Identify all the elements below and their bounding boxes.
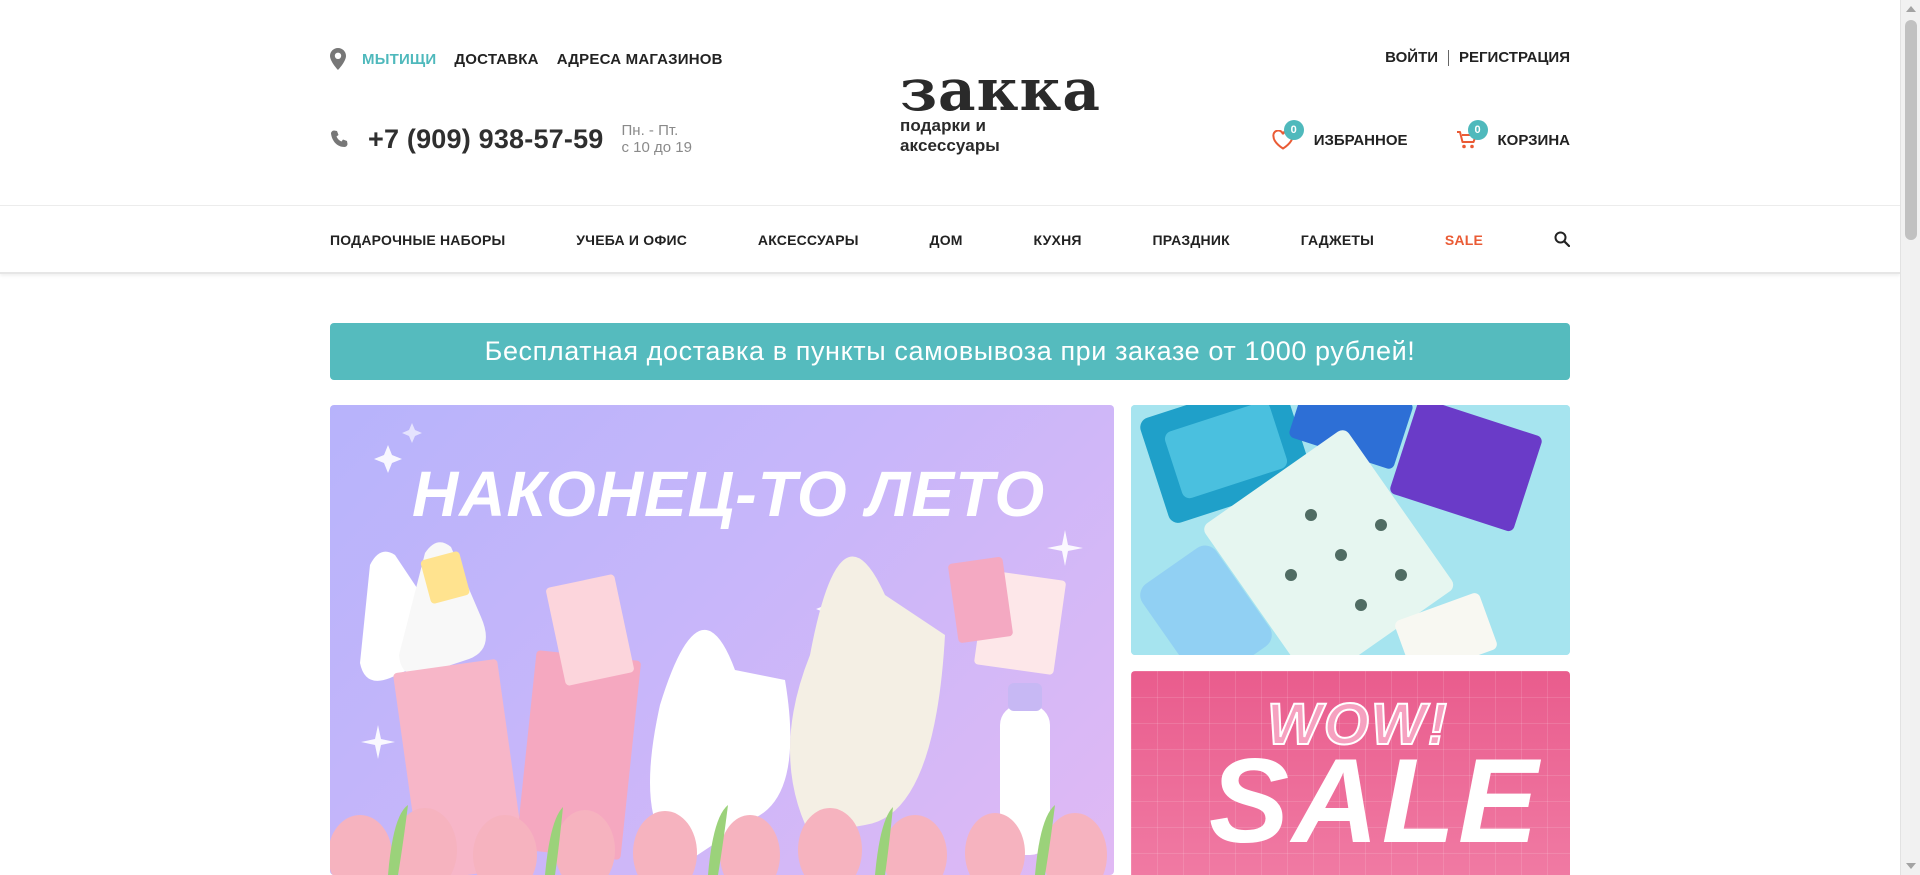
working-time: с 10 до 19 (621, 139, 692, 156)
cart-count-badge: 0 (1467, 120, 1488, 140)
register-link[interactable]: РЕГИСТРАЦИЯ (1459, 49, 1570, 66)
nav-item-holiday[interactable]: ПРАЗДНИК (1153, 232, 1230, 248)
nav-item-home[interactable]: ДОМ (930, 232, 963, 248)
accessories-banner-art (1131, 405, 1570, 655)
free-delivery-banner[interactable]: Бесплатная доставка в пункты самовывоза … (330, 323, 1570, 380)
nav-item-gadgets[interactable]: ГАДЖЕТЫ (1301, 232, 1374, 248)
search-button[interactable] (1554, 231, 1570, 250)
map-pin-icon (330, 48, 346, 70)
nav-item-accessories[interactable]: АКСЕССУАРЫ (758, 232, 859, 248)
nav-item-sale[interactable]: SALE (1445, 232, 1483, 248)
accessories-banner[interactable] (1131, 405, 1570, 655)
nav-item-gift-sets[interactable]: ПОДАРОЧНЫЕ НАБОРЫ (330, 232, 505, 248)
favorites-count-badge: 0 (1283, 120, 1304, 140)
phone-number[interactable]: +7 (909) 938-57-59 (368, 124, 604, 155)
working-days: Пн. - Пт. (621, 122, 679, 139)
location-bar: МЫТИЩИ ДОСТАВКА АДРЕСА МАГАЗИНОВ (330, 48, 723, 70)
nav-list: ПОДАРОЧНЫЕ НАБОРЫ УЧЕБА И ОФИС АКСЕССУАР… (330, 206, 1570, 274)
page-scrollbar[interactable] (1900, 0, 1920, 875)
scroll-up-icon[interactable] (1906, 6, 1916, 12)
summer-promo-banner[interactable]: НАКОНЕЦ-ТО ЛЕТО (330, 405, 1114, 875)
favorites-button[interactable]: 0 ИЗБРАННОЕ (1272, 120, 1408, 150)
phone-icon (331, 130, 348, 147)
heart-icon-wrap: 0 (1272, 120, 1304, 150)
site-header: МЫТИЩИ ДОСТАВКА АДРЕСА МАГАЗИНОВ +7 (909… (0, 0, 1900, 206)
auth-links: ВОЙТИ РЕГИСТРАЦИЯ (1385, 49, 1570, 66)
cart-button[interactable]: 0 КОРЗИНА (1456, 120, 1570, 150)
site-logo[interactable]: закка подарки и аксессуары (900, 56, 1101, 156)
search-icon (1554, 231, 1570, 247)
logo-name: закка (900, 56, 1101, 124)
cart-icon-wrap: 0 (1456, 120, 1488, 150)
nav-item-study-office[interactable]: УЧЕБА И ОФИС (576, 232, 687, 248)
summer-banner-title: НАКОНЕЦ-ТО ЛЕТО (412, 458, 1046, 530)
sale-banner[interactable]: WOW! SALE (1131, 671, 1570, 875)
auth-divider (1448, 49, 1450, 66)
delivery-link[interactable]: ДОСТАВКА (454, 51, 538, 68)
working-hours: Пн. - Пт. с 10 до 19 (622, 122, 692, 156)
page: МЫТИЩИ ДОСТАВКА АДРЕСА МАГАЗИНОВ +7 (909… (0, 0, 1900, 875)
city-selector[interactable]: МЫТИЩИ (362, 51, 436, 68)
scroll-down-icon[interactable] (1906, 863, 1916, 869)
nav-item-kitchen[interactable]: КУХНЯ (1034, 232, 1082, 248)
cart-label: КОРЗИНА (1497, 131, 1570, 149)
scrollbar-thumb[interactable] (1905, 20, 1917, 240)
sale-banner-title: SALE (1209, 734, 1542, 868)
login-link[interactable]: ВОЙТИ (1385, 49, 1438, 66)
store-addresses-link[interactable]: АДРЕСА МАГАЗИНОВ (557, 51, 723, 68)
main-navigation: ПОДАРОЧНЫЕ НАБОРЫ УЧЕБА И ОФИС АКСЕССУАР… (0, 206, 1900, 274)
contact-bar: +7 (909) 938-57-59 Пн. - Пт. с 10 до 19 (330, 122, 692, 156)
favorites-label: ИЗБРАННОЕ (1313, 131, 1408, 149)
user-actions: 0 ИЗБРАННОЕ 0 КОРЗИНА (1272, 120, 1570, 150)
